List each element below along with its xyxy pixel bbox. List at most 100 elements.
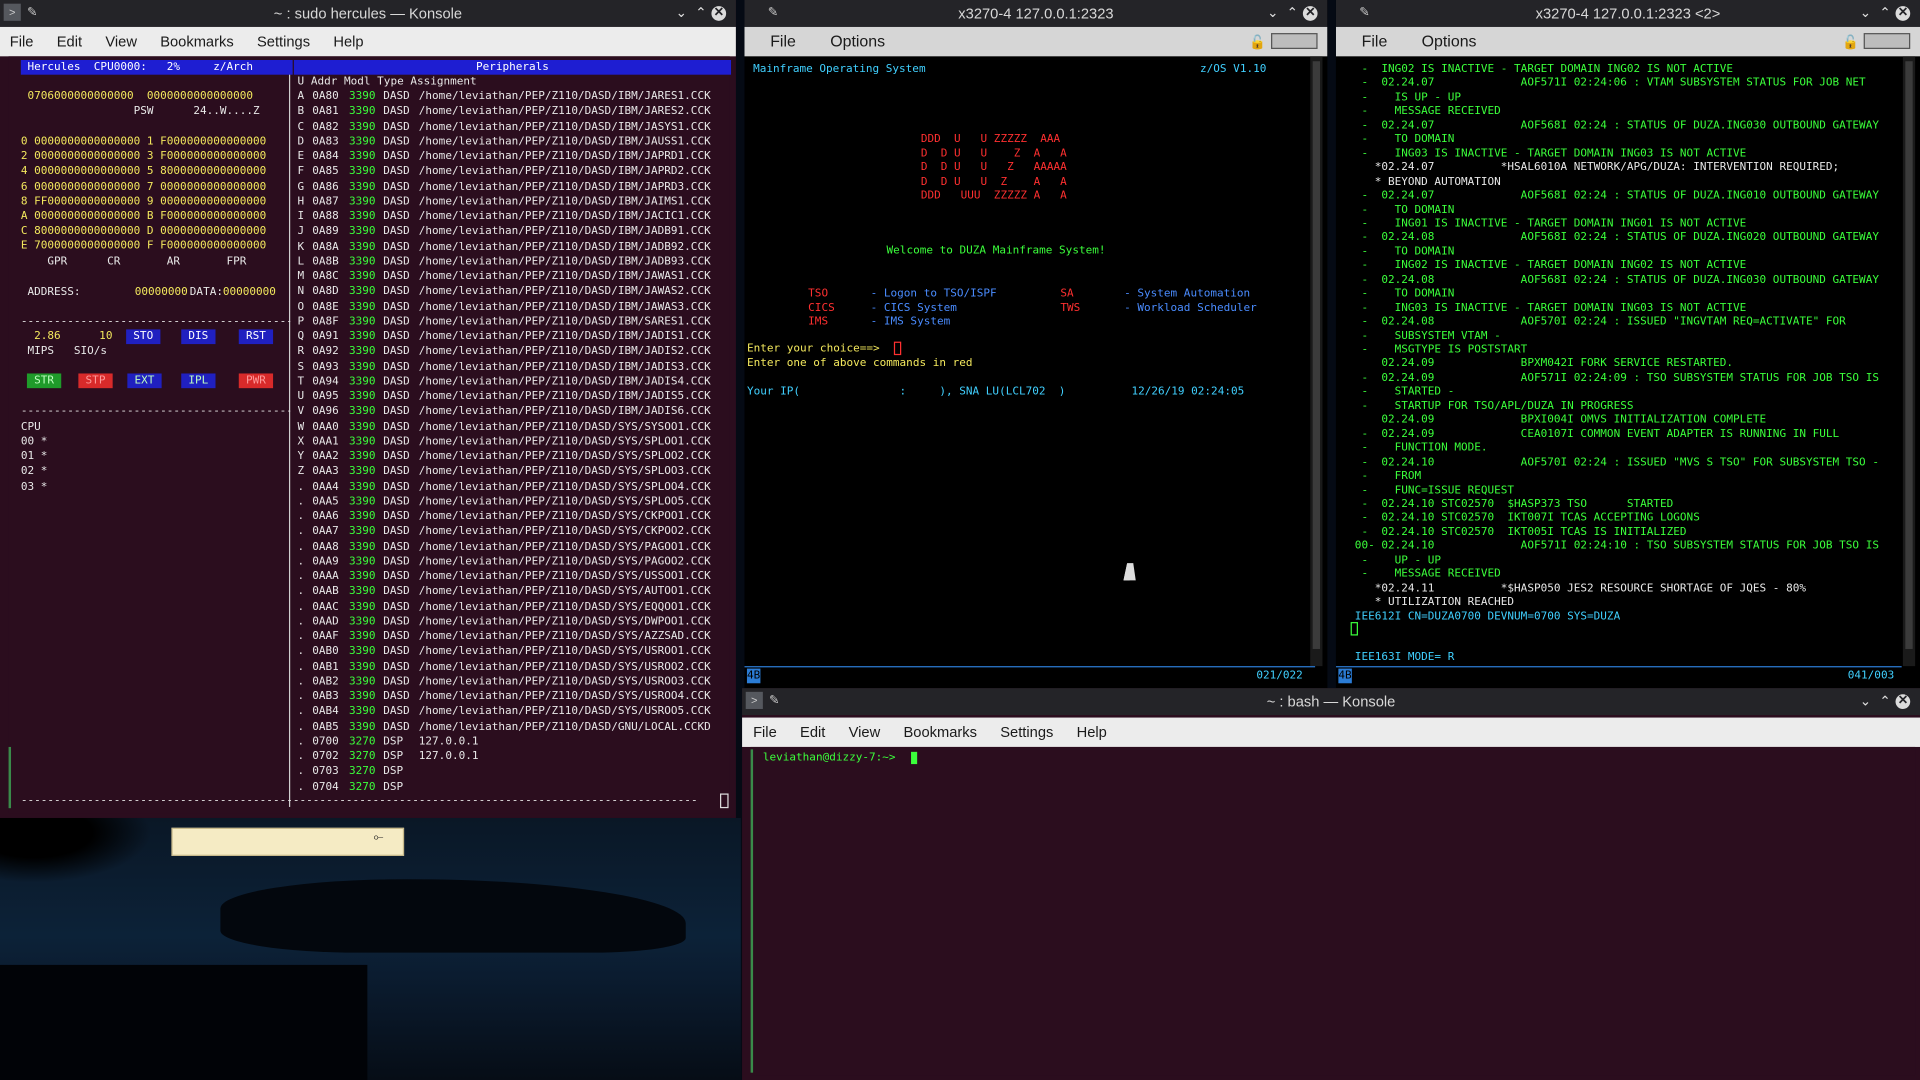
scrollbar[interactable] <box>8 746 12 809</box>
maximize-icon[interactable]: ⌃ <box>1879 0 1890 27</box>
menu-bookmarks[interactable]: Bookmarks <box>160 33 234 50</box>
device-model: 3390 <box>348 450 376 463</box>
x3270-console-scrollbar[interactable] <box>1902 56 1916 667</box>
maximize-icon[interactable]: ⌃ <box>1287 0 1298 27</box>
close-icon[interactable]: ✕ <box>1895 6 1911 21</box>
rst-button[interactable]: RST <box>238 329 274 345</box>
device-assignment: /home/leviathan/PEP/Z110/DASD/SYS/SYSOO1… <box>418 420 711 433</box>
device-assignment: /home/leviathan/PEP/Z110/DASD/SYS/USROO3… <box>418 675 711 688</box>
menu-edit[interactable]: Edit <box>57 33 82 50</box>
console-log[interactable]: - ING02 IS INACTIVE - TARGET DOMAIN ING0… <box>1336 56 1902 666</box>
command-sa[interactable]: SA <box>1060 287 1073 302</box>
minimize-icon[interactable]: ⌄ <box>1267 0 1278 27</box>
device-addr: 0A8E <box>312 300 339 313</box>
x3270-screen[interactable]: Mainframe Operating System z/OS V1.10 DD… <box>744 56 1315 666</box>
device-addr: 0703 <box>312 765 339 778</box>
console-input-cursor[interactable] <box>1350 622 1358 636</box>
close-icon[interactable]: ✕ <box>1302 6 1318 21</box>
device-type: DASD <box>383 270 410 283</box>
pin-icon[interactable]: ✎ <box>27 0 37 27</box>
x3270-scrollbar[interactable] <box>1310 56 1323 667</box>
device-type: DASD <box>383 330 410 343</box>
device-model: 3390 <box>348 435 376 448</box>
device-addr: 0A88 <box>312 210 339 223</box>
mouse-cursor-icon <box>1123 563 1140 581</box>
pin-icon[interactable]: ✎ <box>769 688 779 715</box>
command-desc: - Logon to TSO/ISPF <box>870 287 997 301</box>
menu-file[interactable]: File <box>770 27 796 56</box>
menu-file[interactable]: File <box>753 724 777 741</box>
address-value[interactable]: 00000000 <box>135 285 188 300</box>
ipl-button[interactable]: IPL <box>181 373 216 389</box>
keyboard-icon[interactable] <box>1271 33 1318 49</box>
device-addr: 0A91 <box>312 330 339 343</box>
console-line: - 02.24.08 AOF570I 02:24 : ISSUED "INGVT… <box>1348 316 1846 329</box>
konsole-icon[interactable]: > <box>3 3 21 21</box>
command-ims[interactable]: IMS <box>808 315 828 330</box>
hercules-terminal[interactable]: Hercules CPU0000: 2% z/Arch Peripherals … <box>8 56 732 814</box>
menu-help[interactable]: Help <box>333 33 363 50</box>
console-line: - 02.24.07 AOF571I 02:24:06 : VTAM SUBSY… <box>1348 77 1866 90</box>
command-tso[interactable]: TSO <box>808 287 828 302</box>
pwr-button[interactable]: PWR <box>238 373 274 389</box>
maximize-icon[interactable]: ⌃ <box>695 0 706 27</box>
address-label: ADDRESS: <box>20 286 81 299</box>
menu-bookmarks[interactable]: Bookmarks <box>903 724 977 741</box>
command-tws[interactable]: TWS <box>1060 301 1080 316</box>
lock-icon[interactable]: 🔓 <box>1842 28 1859 57</box>
menu-view[interactable]: View <box>849 724 881 741</box>
menu-file[interactable]: File <box>10 33 34 50</box>
device-type: DASD <box>383 375 410 388</box>
lock-icon[interactable]: 🔓 <box>1249 28 1266 57</box>
device-model: 3390 <box>348 225 376 238</box>
menu-settings[interactable]: Settings <box>1000 724 1053 741</box>
device-assignment: /home/leviathan/PEP/Z110/DASD/SYS/DWPOO1… <box>418 615 711 628</box>
device-model: 3270 <box>348 735 376 748</box>
choice-input[interactable] <box>893 341 902 356</box>
scrollbar[interactable] <box>750 749 754 1073</box>
x3270-console-window: ✎ x3270-4 127.0.0.1:2323 <2> ⌄ ⌃ ✕ File … <box>1335 0 1920 689</box>
command-cics[interactable]: CICS <box>808 301 835 316</box>
sto-button[interactable]: STO <box>126 329 161 345</box>
close-icon[interactable]: ✕ <box>1895 694 1911 709</box>
menu-options[interactable]: Options <box>830 27 885 56</box>
device-addr: 0A84 <box>312 150 339 163</box>
menu-settings[interactable]: Settings <box>257 33 310 50</box>
minimize-icon[interactable]: ⌄ <box>1860 688 1871 715</box>
bash-terminal[interactable]: leviathan@dizzy-7:~> <box>750 746 1916 1076</box>
menu-view[interactable]: View <box>105 33 137 50</box>
minimize-icon[interactable]: ⌄ <box>676 0 687 27</box>
keyboard-icon[interactable] <box>1863 33 1911 49</box>
menu-file[interactable]: File <box>1362 27 1388 56</box>
konsole-icon[interactable]: > <box>745 691 763 709</box>
device-assignment: /home/leviathan/PEP/Z110/DASD/SYS/SPLOO5… <box>418 495 711 508</box>
device-unit: . <box>297 600 305 613</box>
ext-button[interactable]: EXT <box>127 373 162 389</box>
data-value[interactable]: 00000000 <box>223 285 276 300</box>
device-assignment: /home/leviathan/PEP/Z110/DASD/IBM/SARES1… <box>418 315 711 328</box>
stp-button[interactable]: STP <box>78 373 113 389</box>
close-icon[interactable]: ✕ <box>711 6 727 21</box>
command-hint: Enter one of above commands in red <box>746 357 973 370</box>
device-model: 3390 <box>348 180 376 193</box>
device-addr: 0AA8 <box>312 540 339 553</box>
minimize-icon[interactable]: ⌄ <box>1860 0 1871 27</box>
device-unit: H <box>297 195 305 208</box>
pin-icon[interactable]: ✎ <box>1359 0 1369 27</box>
device-assignment: /home/leviathan/PEP/Z110/DASD/IBM/JASYS1… <box>418 120 711 133</box>
maximize-icon[interactable]: ⌃ <box>1879 688 1890 715</box>
menu-options[interactable]: Options <box>1422 27 1477 56</box>
menu-help[interactable]: Help <box>1077 724 1107 741</box>
device-unit: . <box>297 480 305 493</box>
device-assignment: /home/leviathan/PEP/Z110/DASD/SYS/EQQOO1… <box>418 600 711 613</box>
device-model: 3390 <box>348 510 376 523</box>
pin-icon[interactable]: ✎ <box>768 0 778 27</box>
register-row: 0 0000000000000000 1 F000000000000000 <box>20 135 267 149</box>
device-assignment: /home/leviathan/PEP/Z110/DASD/SYS/PAGOO2… <box>418 555 711 568</box>
str-button[interactable]: STR <box>26 373 62 389</box>
console-line: - TO DOMAIN <box>1348 203 1455 217</box>
scroll-indicator[interactable] <box>720 793 729 809</box>
menu-edit[interactable]: Edit <box>800 724 825 741</box>
dis-button[interactable]: DIS <box>181 329 216 345</box>
device-type: DASD <box>383 345 410 358</box>
